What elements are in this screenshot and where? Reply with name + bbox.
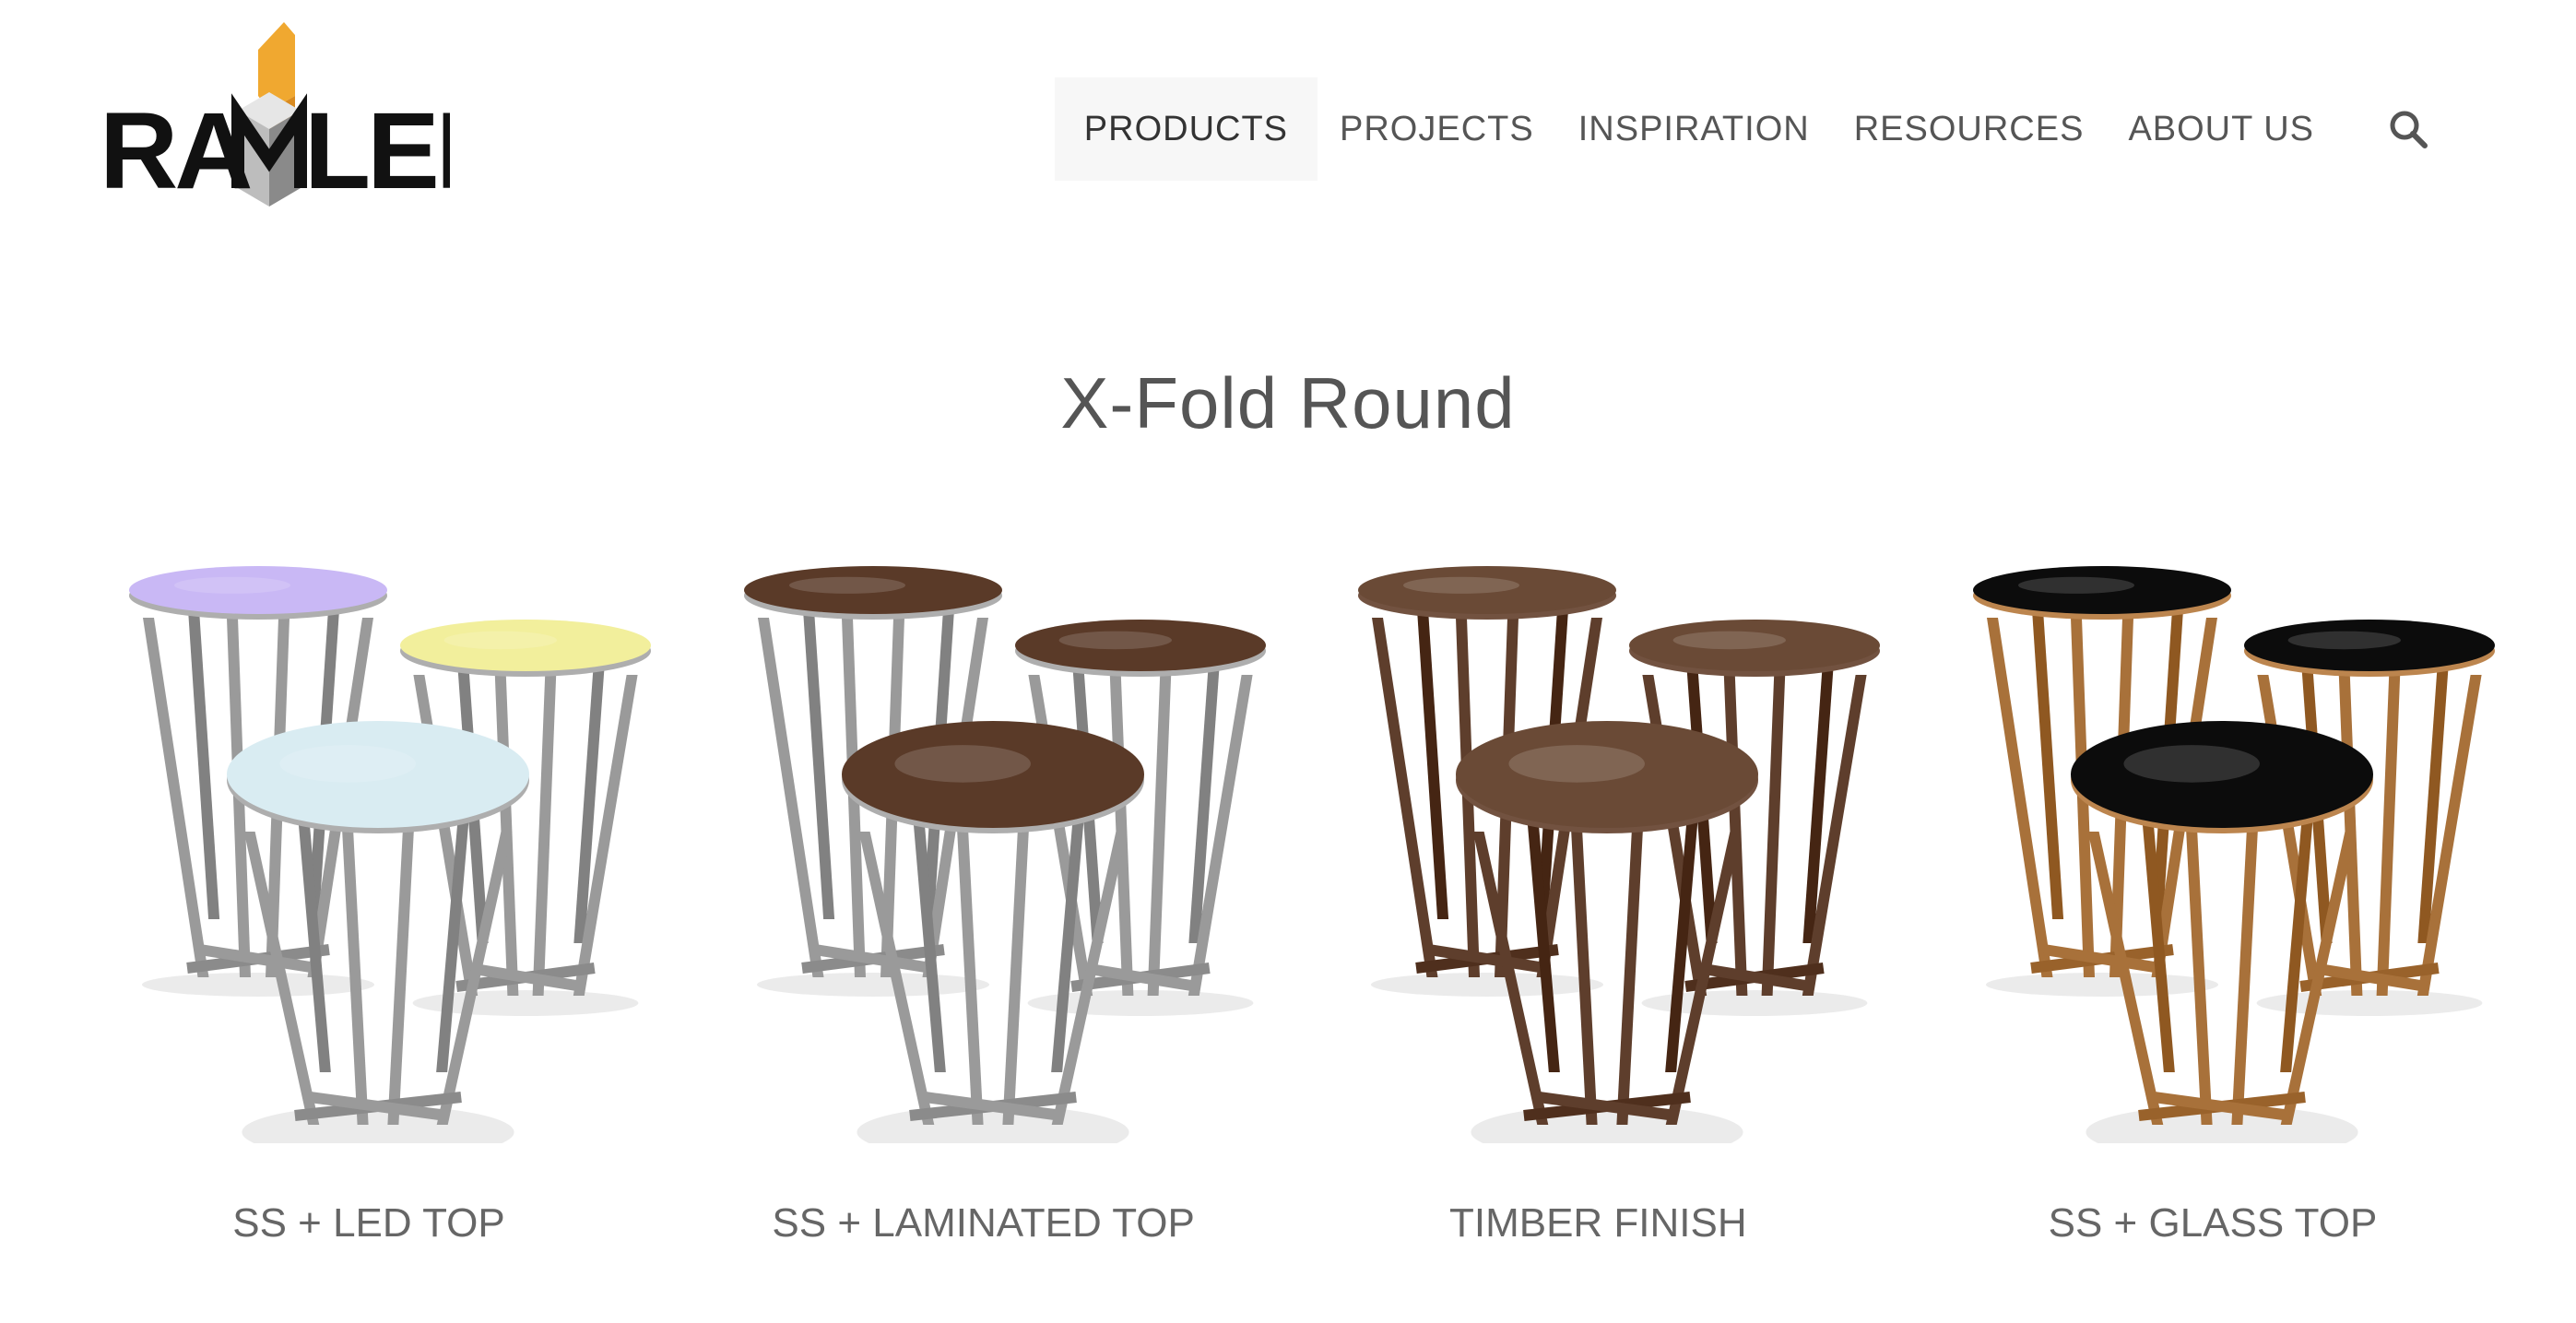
svg-text:RA: RA (100, 90, 251, 210)
product-image[interactable] (1303, 553, 1893, 1143)
nav-item-resources[interactable]: RESOURCES (1832, 77, 2107, 181)
page: RA M LER PRODUCTS PROJECTS INSPIRATION R… (0, 0, 2576, 1323)
svg-text:LER: LER (304, 90, 450, 210)
product-label[interactable]: SS + LED TOP (74, 1200, 664, 1246)
nav-item-about-us[interactable]: ABOUT US (2106, 77, 2336, 181)
product-image[interactable] (1918, 553, 2508, 1143)
nav-item-products[interactable]: PRODUCTS (1054, 77, 1318, 181)
nav-item-projects[interactable]: PROJECTS (1318, 77, 1556, 181)
product-label[interactable]: TIMBER FINISH (1303, 1200, 1893, 1246)
search-icon[interactable] (2388, 109, 2428, 149)
table-set-illustration (129, 566, 651, 1143)
page-title: X-Fold Round (1060, 362, 1516, 443)
main-nav: PRODUCTS PROJECTS INSPIRATION RESOURCES … (1054, 77, 2428, 181)
product-label[interactable]: SS + GLASS TOP (1918, 1200, 2508, 1246)
product-card-glass[interactable]: SS + GLASS TOP (1918, 553, 2508, 1272)
table-set-illustration (1972, 566, 2495, 1143)
product-card-laminated[interactable]: SS + LAMINATED TOP (689, 553, 1279, 1272)
product-image[interactable] (689, 553, 1279, 1143)
table-set-illustration (743, 566, 1266, 1143)
product-card-led[interactable]: SS + LED TOP (74, 553, 664, 1272)
ramler-logo[interactable]: RA M LER (100, 22, 450, 210)
product-grid: SS + LED TOP SS + LAMINATED TOP TIMBER F… (74, 553, 2508, 1272)
table-set-illustration (1358, 566, 1881, 1143)
product-label[interactable]: SS + LAMINATED TOP (689, 1200, 1279, 1246)
product-card-timber[interactable]: TIMBER FINISH (1303, 553, 1893, 1272)
product-image[interactable] (74, 553, 664, 1143)
nav-item-inspiration[interactable]: INSPIRATION (1556, 77, 1832, 181)
